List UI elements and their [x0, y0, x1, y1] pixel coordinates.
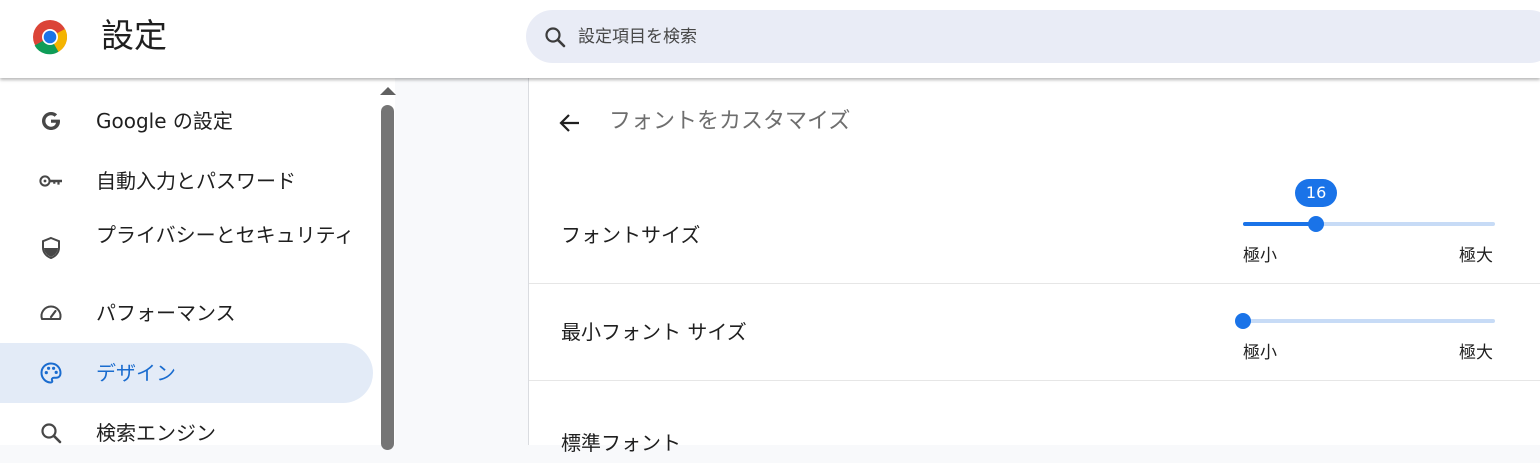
key-icon	[39, 175, 62, 187]
subpage-title: フォントをカスタマイズ	[609, 109, 851, 134]
font-size-label: フォントサイズ	[561, 223, 701, 247]
search-placeholder: 設定項目を検索	[578, 27, 697, 47]
font-size-slider-fill	[1243, 222, 1317, 226]
speedometer-icon	[40, 305, 62, 320]
sidebar-item-label: デザイン	[96, 361, 176, 385]
sidebar-item-label: Google の設定	[96, 109, 233, 133]
sidebar-scrollbar[interactable]	[381, 105, 394, 450]
divider	[529, 283, 1540, 284]
sidebar-item-autofill[interactable]: 自動入力とパスワード	[0, 151, 373, 211]
top-bar: 設定 設定項目を検索	[0, 0, 1540, 78]
min-font-size-slider-track[interactable]	[1243, 319, 1495, 323]
chrome-logo-icon	[33, 20, 67, 55]
sidebar-item-performance[interactable]: パフォーマンス	[0, 283, 373, 343]
sidebar-item-label: 検索エンジン	[96, 421, 216, 445]
min-font-size-min-label: 極小	[1243, 343, 1277, 363]
back-arrow-icon[interactable]	[557, 110, 583, 136]
min-font-size-label: 最小フォント サイズ	[561, 320, 747, 344]
font-size-max-label: 極大	[1459, 246, 1493, 266]
font-size-min-label: 極小	[1243, 246, 1277, 266]
search-icon	[545, 27, 566, 48]
shield-icon	[42, 236, 60, 260]
google-g-icon	[42, 112, 60, 130]
sidebar-item-search-engine[interactable]: 検索エンジン	[0, 403, 373, 463]
sidebar-item-google-settings[interactable]: Google の設定	[0, 91, 373, 151]
palette-icon	[40, 362, 62, 384]
sidebar-item-appearance[interactable]: デザイン	[0, 343, 373, 403]
search-input[interactable]: 設定項目を検索	[526, 10, 1540, 63]
sidebar-item-privacy[interactable]: プライバシーとセキュリティ	[0, 211, 373, 283]
page-title: 設定	[101, 16, 167, 55]
min-font-size-slider-knob[interactable]	[1235, 313, 1251, 329]
content-card: フォントをカスタマイズ フォントサイズ 16 極小 極大 最小フォント サイズ …	[528, 78, 1540, 455]
search-icon	[41, 423, 62, 444]
font-size-slider-knob[interactable]	[1308, 216, 1325, 232]
sidebar: Google の設定 自動入力とパスワード プライバシーとセキュリティ パフォー…	[0, 78, 395, 445]
divider	[529, 380, 1540, 381]
min-font-size-max-label: 極大	[1459, 343, 1493, 363]
scroll-up-arrow-icon[interactable]	[380, 87, 396, 95]
font-size-value-bubble: 16	[1295, 179, 1338, 207]
sidebar-item-label: 自動入力とパスワード	[96, 169, 296, 193]
sidebar-item-label: パフォーマンス	[96, 301, 236, 325]
standard-font-label: 標準フォント	[561, 431, 681, 455]
sidebar-item-label: プライバシーとセキュリティ	[96, 223, 355, 247]
